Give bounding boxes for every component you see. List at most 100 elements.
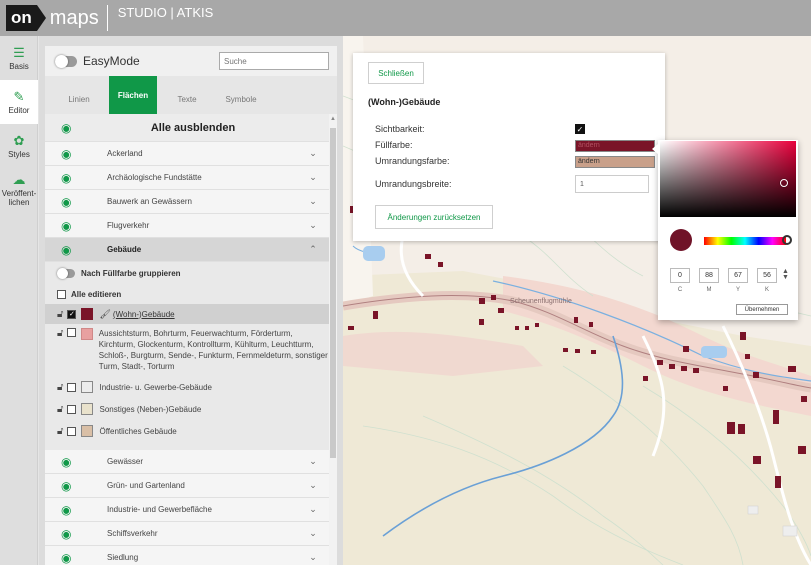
logo-arrow — [36, 5, 46, 31]
fill-color-input[interactable]: ändern — [575, 140, 655, 152]
category-row[interactable]: ◉ Ackerland ⌄ — [45, 142, 329, 166]
hue-slider[interactable] — [704, 235, 792, 245]
color-swatch — [81, 403, 94, 415]
cyan-input[interactable]: 0 — [670, 268, 690, 283]
outline-color-input[interactable]: ändern — [575, 156, 655, 168]
eye-icon[interactable]: ◉ — [61, 243, 83, 257]
category-row[interactable]: ◉ Schiffsverkehr ⌄ — [45, 522, 329, 546]
group-by-fill-row: Nach Füllfarbe gruppieren — [45, 262, 329, 284]
scrollbar-thumb[interactable] — [330, 128, 336, 458]
eye-icon[interactable]: ◉ — [61, 527, 83, 541]
scroll-up-icon[interactable]: ▲ — [330, 116, 336, 122]
tab-symbole[interactable]: Symbole — [217, 84, 265, 114]
eye-icon[interactable]: ◉ — [61, 195, 83, 209]
rail-item-publish[interactable]: ☁ Veröffent-lichen — [0, 168, 38, 212]
logo-on: on — [6, 5, 37, 31]
onmaps-logo[interactable]: on maps — [6, 0, 108, 36]
picker-pointer — [652, 144, 658, 154]
apply-color-button[interactable]: Übernehmen — [736, 304, 788, 315]
eye-icon[interactable]: ◉ — [61, 551, 83, 565]
lock-icon[interactable]: 🔓︎ — [57, 382, 63, 393]
category-row-expanded[interactable]: ◉ Gebäude ⌃ — [45, 238, 329, 262]
edit-all-checkbox[interactable] — [57, 289, 66, 299]
item-label: Aussichtsturm, Bohrturm, Feuerwachturm, … — [98, 329, 328, 371]
rail-item-styles[interactable]: ✿ Styles — [0, 124, 38, 168]
rail-item-label: Veröffent-lichen — [1, 189, 37, 207]
style-item[interactable]: 🔓︎ ✓ 🖌︎ (Wohn-)Gebäude — [45, 304, 329, 324]
item-checkbox[interactable] — [67, 426, 77, 436]
nav-rail: ☰ Basis ✎ Editor ✿ Styles ☁ Veröffent-li… — [0, 36, 38, 565]
style-item[interactable]: 🔓︎ Aussichtsturm, Bohrturm, Feuerwachtur… — [45, 324, 329, 376]
category-label: Ackerland — [107, 149, 143, 158]
close-button[interactable]: Schließen — [368, 62, 424, 84]
search-input[interactable] — [219, 52, 329, 70]
style-item[interactable]: 🔓︎ Sonstiges (Neben-)Gebäude — [45, 398, 329, 420]
hide-all-row[interactable]: ◉ Alle ausblenden — [45, 114, 329, 142]
saturation-value-handle[interactable] — [780, 179, 788, 187]
brush-icon: 🖌︎ — [99, 308, 111, 319]
magenta-input[interactable]: 88 — [699, 268, 719, 283]
color-preview — [670, 229, 692, 251]
eye-icon[interactable]: ◉ — [61, 121, 83, 135]
eye-icon[interactable]: ◉ — [61, 455, 83, 469]
chevron-down-icon: ⌄ — [309, 220, 317, 230]
rail-item-label: Basis — [9, 61, 29, 71]
category-row[interactable]: ◉ Industrie- und Gewerbefläche ⌄ — [45, 498, 329, 522]
category-row[interactable]: ◉ Archäologische Fundstätte ⌄ — [45, 166, 329, 190]
chevron-down-icon: ⌄ — [309, 456, 317, 466]
tab-texte[interactable]: Texte — [163, 84, 211, 114]
hide-all-label: Alle ausblenden — [150, 121, 236, 134]
panel-scrollbar[interactable]: ▲ — [329, 114, 337, 565]
item-checkbox[interactable]: ✓ — [67, 309, 77, 319]
category-details: Nach Füllfarbe gruppieren Alle editieren… — [45, 262, 329, 450]
lock-icon[interactable]: 🔓︎ — [57, 426, 63, 437]
category-row[interactable]: ◉ Grün- und Gartenland ⌄ — [45, 474, 329, 498]
eye-icon[interactable]: ◉ — [61, 503, 83, 517]
style-item[interactable]: 🔓︎ Industrie- u. Gewerbe-Gebäude — [45, 376, 329, 398]
tab-linien[interactable]: Linien — [55, 84, 103, 114]
hue-slider-handle[interactable] — [782, 235, 792, 245]
key-input[interactable]: 56 — [757, 268, 777, 283]
category-label: Industrie- und Gewerbefläche — [107, 505, 212, 514]
item-checkbox[interactable] — [67, 404, 77, 414]
category-row[interactable]: ◉ Bauwerk an Gewässern ⌄ — [45, 190, 329, 214]
eye-icon[interactable]: ◉ — [61, 219, 83, 233]
category-label: Flugverkehr — [107, 221, 150, 230]
group-by-fill-toggle[interactable] — [57, 267, 75, 279]
rail-item-basis[interactable]: ☰ Basis — [0, 36, 38, 80]
logo-maps: maps — [50, 5, 108, 31]
stepper-icon[interactable]: ▲ ▼ — [782, 268, 789, 281]
edit-all-row: Alle editieren — [45, 284, 329, 304]
style-item[interactable]: 🔓︎ Öffentliches Gebäude — [45, 420, 329, 442]
category-row[interactable]: ◉ Gewässer ⌄ — [45, 450, 329, 474]
rail-item-editor[interactable]: ✎ Editor — [0, 80, 38, 124]
color-swatch — [81, 328, 93, 340]
reset-changes-button[interactable]: Änderungen zurücksetzen — [375, 205, 493, 229]
item-checkbox[interactable] — [67, 382, 77, 392]
item-label: Öffentliches Gebäude — [99, 426, 177, 436]
group-by-fill-label: Nach Füllfarbe gruppieren — [81, 268, 181, 278]
key-label: K — [764, 287, 769, 293]
outline-width-input[interactable] — [575, 175, 649, 193]
category-row[interactable]: ◉ Flugverkehr ⌄ — [45, 214, 329, 238]
eye-icon[interactable]: ◉ — [61, 479, 83, 493]
dialog-title: (Wohn-)Gebäude — [368, 97, 441, 107]
easymode-toggle[interactable] — [55, 54, 77, 68]
editor-panel: EasyMode Linien Flächen Texte Symbole ◉ … — [45, 46, 337, 565]
saturation-value-area[interactable] — [660, 141, 796, 217]
tab-flaechen[interactable]: Flächen — [109, 76, 157, 114]
outline-width-label: Umrandungsbreite: — [375, 179, 452, 189]
easymode-label: EasyMode — [83, 54, 140, 68]
visibility-checkbox[interactable]: ✓ — [575, 124, 585, 134]
category-row[interactable]: ◉ Siedlung ⌄ — [45, 546, 329, 565]
eye-icon[interactable]: ◉ — [61, 171, 83, 185]
lock-icon[interactable]: 🔓︎ — [57, 309, 63, 320]
fill-color-label: Füllfarbe: — [375, 140, 413, 150]
rail-item-label: Styles — [8, 149, 30, 159]
lock-icon[interactable]: 🔓︎ — [57, 404, 63, 415]
eye-icon[interactable]: ◉ — [61, 147, 83, 161]
yellow-input[interactable]: 67 — [728, 268, 748, 283]
lock-icon[interactable]: 🔓︎ — [57, 328, 63, 339]
chevron-up-icon: ⌃ — [309, 244, 317, 254]
item-checkbox[interactable] — [67, 328, 77, 337]
